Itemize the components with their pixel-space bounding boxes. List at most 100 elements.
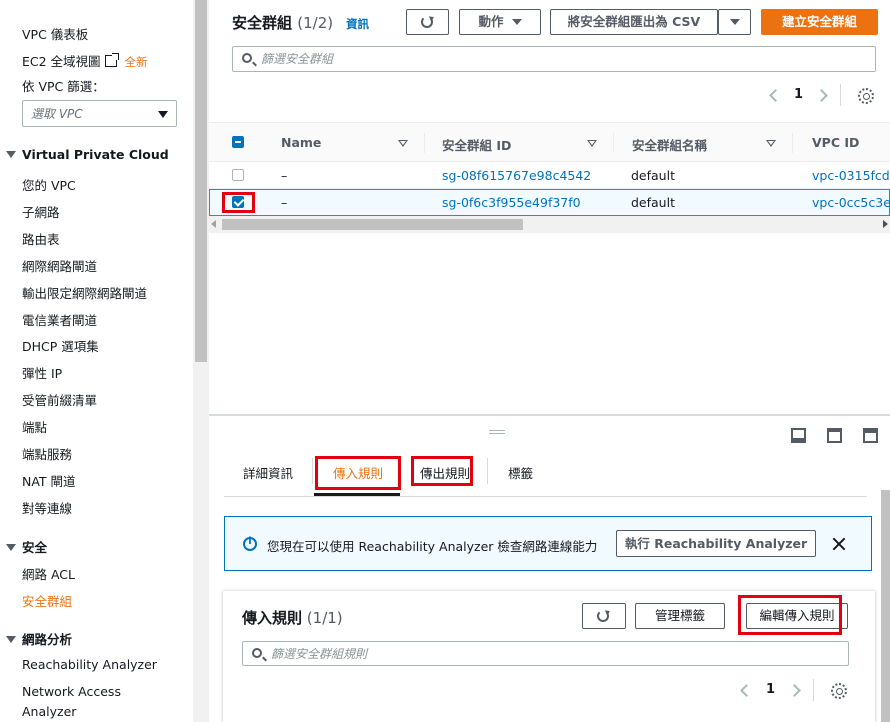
highlight-box xyxy=(411,456,473,486)
cell-group-id[interactable]: sg-0f6c3f955e49f37f0 xyxy=(442,195,581,210)
rules-search-input[interactable]: 篩選安全群組規則 xyxy=(242,641,849,666)
sort-icon[interactable] xyxy=(587,140,597,147)
info-link[interactable]: 資訊 xyxy=(346,16,369,32)
sidebar-item-network-acls[interactable]: 網路 ACL xyxy=(22,564,75,583)
sidebar-item-endpoints[interactable]: 端點 xyxy=(22,417,47,436)
sidebar-scrollbar-thumb[interactable] xyxy=(195,0,207,362)
sidebar-item-egress-only-igw[interactable]: 輸出限定網際網路閘道 xyxy=(22,283,147,302)
export-dropdown-button[interactable] xyxy=(718,9,751,35)
close-icon[interactable] xyxy=(832,537,846,551)
sidebar-item-peering-connections[interactable]: 對等連線 xyxy=(22,498,72,517)
sidebar-item-route-tables[interactable]: 路由表 xyxy=(22,229,60,248)
chevron-left-icon[interactable] xyxy=(769,89,782,102)
sidebar-item-endpoint-services[interactable]: 端點服務 xyxy=(22,444,72,463)
chevron-right-icon[interactable] xyxy=(815,89,828,102)
caret-down-icon xyxy=(6,636,16,643)
sidebar-item-internet-gateways[interactable]: 網際網路閘道 xyxy=(22,256,97,275)
vpc-filter-label: 依 VPC 篩選： xyxy=(22,79,105,94)
info-alert: 您現在可以使用 Reachability Analyzer 檢查網路連線能力 執… xyxy=(224,516,872,571)
sidebar-item-network-access-analyzer-cont[interactable]: Analyzer xyxy=(22,704,76,719)
selection-count: (1/2) xyxy=(297,14,334,32)
sidebar-item-subnets[interactable]: 子網路 xyxy=(22,202,60,221)
sidebar: VPC 儀表板 EC2 全域視圖 全新 依 VPC 篩選： 選取 VPC Vir… xyxy=(0,0,193,722)
table-scrollbar-thumb[interactable] xyxy=(222,219,523,230)
caret-down-icon xyxy=(729,19,740,25)
panel-middle-icon[interactable] xyxy=(827,428,842,443)
chevron-left-icon[interactable] xyxy=(740,684,753,697)
tab-baseline xyxy=(224,496,867,497)
page-number[interactable]: 1 xyxy=(794,87,803,102)
sidebar-item-nat-gateways[interactable]: NAT 閘道 xyxy=(22,471,76,490)
details-scrollbar-thumb[interactable] xyxy=(881,490,890,722)
search-placeholder: 篩選安全群組規則 xyxy=(271,647,368,661)
sidebar-item-ec2-global-view[interactable]: EC2 全域視圖 全新 xyxy=(22,51,148,70)
panel-full-icon[interactable] xyxy=(863,428,878,443)
caret-down-icon xyxy=(6,151,16,158)
sidebar-item-vpc-dashboard[interactable]: VPC 儀表板 xyxy=(22,24,88,43)
table-scrollbar-track[interactable] xyxy=(209,216,890,233)
cell-name: – xyxy=(281,195,288,210)
sort-icon[interactable] xyxy=(766,140,776,147)
caret-down-icon xyxy=(158,111,168,118)
table-header: Name 安全群組 ID 安全群組名稱 VPC ID xyxy=(209,122,890,162)
section-title: 安全 xyxy=(22,540,48,555)
sidebar-item-dhcp-options[interactable]: DHCP 選項集 xyxy=(22,336,99,355)
rules-page-number[interactable]: 1 xyxy=(766,682,775,697)
section-virtual-private-cloud[interactable]: Virtual Private Cloud xyxy=(6,147,169,162)
manage-tags-button[interactable]: 管理標籤 xyxy=(635,603,725,629)
tab-details[interactable]: 詳細資訊 xyxy=(243,463,293,482)
rules-title-text: 傳入規則 xyxy=(242,609,303,627)
cell-vpc-id[interactable]: vpc-0315fcde xyxy=(812,168,890,183)
sidebar-item-carrier-gateways[interactable]: 電信業者閘道 xyxy=(22,310,97,329)
sidebar-item-security-groups[interactable]: 安全群組 xyxy=(22,591,72,610)
export-csv-button[interactable]: 將安全群組匯出為 CSV xyxy=(550,9,718,35)
column-header-name[interactable]: Name xyxy=(281,135,321,150)
security-group-search-input[interactable]: 篩選安全群組 xyxy=(232,46,876,72)
cell-vpc-id[interactable]: vpc-0cc5c3e5 xyxy=(812,195,890,210)
cell-group-id[interactable]: sg-08f615767e98c4542 xyxy=(442,168,591,183)
highlight-box xyxy=(738,595,842,635)
scroll-left-icon[interactable] xyxy=(211,220,216,228)
search-icon xyxy=(242,53,252,63)
settings-gear-icon[interactable] xyxy=(858,88,874,104)
resize-handle-icon[interactable] xyxy=(489,430,505,434)
tab-divider xyxy=(487,458,488,484)
sidebar-item-label: EC2 全域視圖 xyxy=(22,54,101,69)
rules-refresh-button[interactable] xyxy=(582,603,626,629)
select-all-checkbox[interactable] xyxy=(232,136,244,148)
column-header-group-name[interactable]: 安全群組名稱 xyxy=(632,135,707,154)
caret-down-icon xyxy=(511,19,522,25)
actions-button[interactable]: 動作 xyxy=(459,9,541,35)
chevron-right-icon[interactable] xyxy=(788,684,801,697)
tab-divider xyxy=(312,458,313,484)
column-divider xyxy=(613,133,614,153)
title-text: 安全群組 xyxy=(232,14,293,32)
sidebar-item-managed-prefix-lists[interactable]: 受管前綴清單 xyxy=(22,390,97,409)
sort-icon[interactable] xyxy=(398,140,408,147)
column-header-group-id[interactable]: 安全群組 ID xyxy=(442,135,511,154)
refresh-button[interactable] xyxy=(406,9,449,35)
section-security[interactable]: 安全 xyxy=(6,537,47,556)
settings-gear-icon[interactable] xyxy=(831,683,847,699)
column-divider xyxy=(792,133,793,153)
rules-count: (1/1) xyxy=(306,609,343,627)
cell-group-name: default xyxy=(631,195,675,210)
run-reachability-analyzer-button[interactable]: 執行 Reachability Analyzer xyxy=(616,530,816,557)
info-icon xyxy=(243,536,257,551)
table-row[interactable]: – sg-08f615767e98c4542 default vpc-0315f… xyxy=(209,162,890,189)
sidebar-item-reachability-analyzer[interactable]: Reachability Analyzer xyxy=(22,657,157,672)
column-header-vpc-id[interactable]: VPC ID xyxy=(812,135,859,150)
row-checkbox[interactable] xyxy=(232,169,244,181)
vpc-filter-select[interactable]: 選取 VPC xyxy=(22,100,177,127)
table-row-selected[interactable]: – sg-0f6c3f955e49f37f0 default vpc-0cc5c… xyxy=(209,189,890,216)
split-panel-divider[interactable] xyxy=(209,414,890,416)
create-security-group-button[interactable]: 建立安全群組 xyxy=(761,9,878,35)
sidebar-item-your-vpcs[interactable]: 您的 VPC xyxy=(22,175,76,194)
sidebar-item-elastic-ips[interactable]: 彈性 IP xyxy=(22,363,62,382)
scroll-right-icon[interactable] xyxy=(883,220,888,228)
section-network-analysis[interactable]: 網路分析 xyxy=(6,629,72,648)
highlight-box xyxy=(315,456,401,490)
sidebar-item-network-access-analyzer[interactable]: Network Access xyxy=(22,684,121,699)
tab-tags[interactable]: 標籤 xyxy=(508,463,533,482)
panel-bottom-icon[interactable] xyxy=(791,428,806,443)
